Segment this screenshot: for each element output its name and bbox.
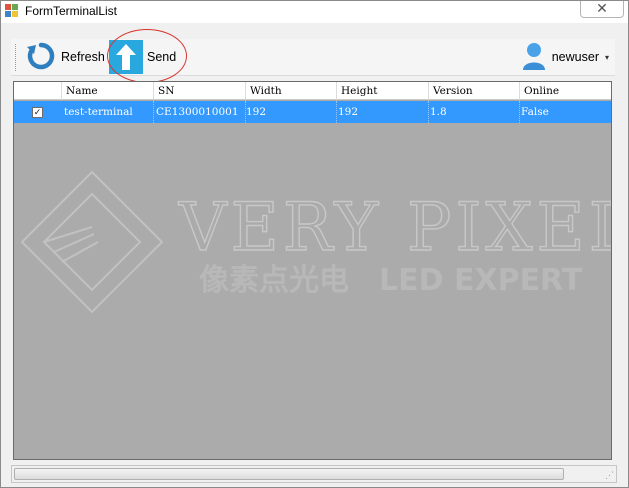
horizontal-scrollbar[interactable] (14, 468, 564, 480)
title-bar: FormTerminalList ✕ (1, 1, 628, 23)
cell-sn: CE1300010001 (152, 101, 246, 123)
watermark-tagline-cn: 像素点光电 (199, 263, 349, 298)
app-icon (5, 4, 19, 18)
column-header-sn[interactable]: SN (154, 82, 246, 100)
user-name: newuser (551, 50, 599, 64)
toolbar-grip[interactable] (15, 44, 17, 71)
close-button[interactable]: ✕ (580, 1, 624, 18)
watermark-tagline-en: LED EXPERT (379, 263, 583, 298)
cell-online: False (521, 106, 549, 118)
size-grip-icon[interactable]: ⋰ (605, 470, 614, 481)
column-header-online[interactable]: Online (520, 82, 611, 100)
column-header-height[interactable]: Height (337, 82, 429, 100)
terminal-list-window: FormTerminalList ✕ Refresh Send newuser … (0, 0, 629, 488)
grid-header: Name SN Width Height Version Online (14, 82, 611, 100)
user-avatar-icon (522, 41, 546, 74)
refresh-icon (25, 40, 57, 75)
status-bar: ⋰ (11, 465, 617, 483)
row-checkbox[interactable]: ✓ (32, 107, 43, 118)
chevron-down-icon: ▾ (604, 52, 609, 62)
cell-name: test-terminal (60, 101, 154, 123)
column-header-name[interactable]: Name (62, 82, 154, 100)
cell-width: 192 (242, 101, 337, 123)
cell-version: 1.8 (426, 101, 520, 123)
annotation-circle (107, 29, 187, 83)
header-select-column (14, 82, 62, 100)
column-header-version[interactable]: Version (429, 82, 520, 100)
cell-height: 192 (334, 101, 429, 123)
watermark: VERY PIXEL 像素点光电 LED EXPERT (20, 170, 612, 314)
table-row[interactable]: ✓ test-terminal CE1300010001 192 192 1.8… (14, 101, 611, 123)
terminal-grid[interactable]: VERY PIXEL 像素点光电 LED EXPERT Name SN Widt… (13, 81, 612, 460)
watermark-brand: VERY PIXEL (178, 189, 612, 266)
refresh-button[interactable]: Refresh (25, 41, 105, 73)
refresh-label: Refresh (61, 50, 105, 64)
column-header-width[interactable]: Width (246, 82, 337, 100)
window-title: FormTerminalList (25, 4, 118, 18)
user-menu[interactable]: newuser ▾ (522, 41, 609, 73)
toolbar: Refresh Send newuser ▾ (11, 39, 615, 76)
